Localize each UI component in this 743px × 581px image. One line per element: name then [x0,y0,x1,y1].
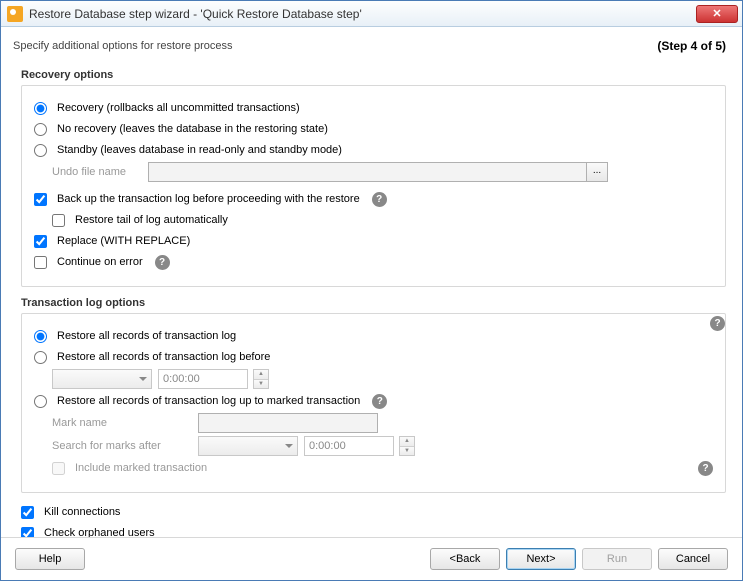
check-kill-connections[interactable] [21,506,34,519]
radio-tlog-marked-label: Restore all records of transaction log u… [57,395,360,407]
titlebar: Restore Database step wizard - 'Quick Re… [1,1,742,27]
help-icon[interactable]: ? [155,255,170,270]
check-include-marked-label: Include marked transaction [75,462,207,474]
radio-standby[interactable] [34,144,47,157]
check-continue-error-label: Continue on error [57,256,143,268]
window-title: Restore Database step wizard - 'Quick Re… [29,7,696,21]
check-restore-tail-label: Restore tail of log automatically [75,214,228,226]
close-button[interactable]: ✕ [696,5,738,23]
help-icon[interactable]: ? [698,461,713,476]
wizard-header: Specify additional options for restore p… [1,27,742,63]
check-kill-connections-label: Kill connections [44,506,120,518]
time-spinner[interactable]: ▲▼ [399,436,415,456]
back-button[interactable]: <Back [430,548,500,570]
search-date-dropdown[interactable] [198,436,298,456]
help-icon[interactable]: ? [372,394,387,409]
wizard-subtitle: Specify additional options for restore p… [13,40,233,52]
cancel-button[interactable]: Cancel [658,548,728,570]
radio-norecovery-label: No recovery (leaves the database in the … [57,123,328,135]
date-dropdown[interactable] [52,369,152,389]
help-icon[interactable]: ? [710,316,725,331]
chevron-down-icon [285,444,293,448]
wizard-content: Recovery options Recovery (rollbacks all… [1,63,742,537]
chevron-up-icon: ▲ [400,437,414,447]
undo-label: Undo file name [52,166,142,178]
check-include-marked[interactable] [52,462,65,475]
radio-tlog-before[interactable] [34,351,47,364]
radio-tlog-all[interactable] [34,330,47,343]
time-before-input[interactable] [158,369,248,389]
time-after-input[interactable] [304,436,394,456]
check-restore-tail[interactable] [52,214,65,227]
search-marks-label: Search for marks after [52,440,192,452]
mark-name-label: Mark name [52,417,192,429]
check-orphaned-users-label: Check orphaned users [44,527,155,537]
run-button[interactable]: Run [582,548,652,570]
help-button[interactable]: Help [15,548,85,570]
radio-recovery-label: Recovery (rollbacks all uncommitted tran… [57,102,300,114]
recovery-group-label: Recovery options [21,69,726,81]
undo-browse-button[interactable]: ... [586,162,608,182]
tlog-group: ? Restore all records of transaction log… [21,313,726,493]
check-orphaned-users[interactable] [21,527,34,538]
radio-norecovery[interactable] [34,123,47,136]
chevron-down-icon [139,377,147,381]
check-backup-log-label: Back up the transaction log before proce… [57,193,360,205]
next-button[interactable]: Next> [506,548,576,570]
undo-file-input[interactable] [148,162,587,182]
radio-tlog-before-label: Restore all records of transaction log b… [57,351,270,363]
app-icon [7,6,23,22]
wizard-footer: Help <Back Next> Run Cancel [1,537,742,580]
tlog-group-label: Transaction log options [21,297,726,309]
radio-recovery[interactable] [34,102,47,115]
time-spinner[interactable]: ▲▼ [253,369,269,389]
step-indicator: (Step 4 of 5) [657,39,726,53]
chevron-down-icon: ▼ [400,447,414,456]
chevron-up-icon: ▲ [254,370,268,380]
check-replace-label: Replace (WITH REPLACE) [57,235,190,247]
mark-name-input[interactable] [198,413,378,433]
help-icon[interactable]: ? [372,192,387,207]
radio-tlog-all-label: Restore all records of transaction log [57,330,236,342]
check-replace[interactable] [34,235,47,248]
recovery-group: Recovery (rollbacks all uncommitted tran… [21,85,726,287]
radio-tlog-marked[interactable] [34,395,47,408]
check-backup-log[interactable] [34,193,47,206]
check-continue-error[interactable] [34,256,47,269]
chevron-down-icon: ▼ [254,380,268,389]
radio-standby-label: Standby (leaves database in read-only an… [57,144,342,156]
